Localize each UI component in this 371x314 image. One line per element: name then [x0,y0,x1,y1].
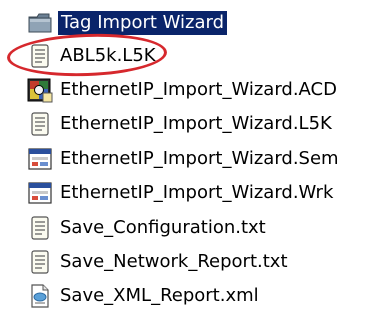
file-label: EthernetIP_Import_Wizard.Wrk [60,182,334,203]
file-item-ethernetip-l5k[interactable]: EthernetIP_Import_Wizard.L5K [26,109,332,139]
file-item-ethernetip-sem[interactable]: EthernetIP_Import_Wizard.Sem [26,144,339,174]
text-file-icon [26,42,54,70]
file-label: Save_Network_Report.txt [60,251,288,272]
folder-label: Tag Import Wizard [58,11,228,35]
text-file-icon [26,214,54,242]
generic-file-icon [26,179,54,207]
file-label: Save_Configuration.txt [60,217,266,238]
file-item-ethernetip-acd[interactable]: EthernetIP_Import_Wizard.ACD [26,75,337,105]
folder-icon [26,9,54,37]
file-item-save-configuration[interactable]: Save_Configuration.txt [26,213,266,243]
file-tree: Tag Import Wizard ABL5k.L5K EthernetIP_I… [0,0,371,314]
text-file-icon [26,248,54,276]
file-item-save-xml-report[interactable]: Save_XML_Report.xml [26,281,259,311]
file-item-ethernetip-wrk[interactable]: EthernetIP_Import_Wizard.Wrk [26,178,333,208]
file-label: ABL5k.L5K [60,45,156,66]
file-label: EthernetIP_Import_Wizard.ACD [60,79,337,100]
generic-file-icon [26,145,54,173]
file-label: Save_XML_Report.xml [60,285,259,306]
xml-file-icon [26,282,54,310]
folder-tag-import-wizard[interactable]: Tag Import Wizard [26,8,228,38]
text-file-icon [26,110,54,138]
file-label: EthernetIP_Import_Wizard.L5K [60,113,332,134]
file-item-abl5k-l5k[interactable]: ABL5k.L5K [26,41,156,71]
file-label: EthernetIP_Import_Wizard.Sem [60,148,339,169]
file-item-save-network-report[interactable]: Save_Network_Report.txt [26,247,288,277]
rslogix-project-icon [26,76,54,104]
